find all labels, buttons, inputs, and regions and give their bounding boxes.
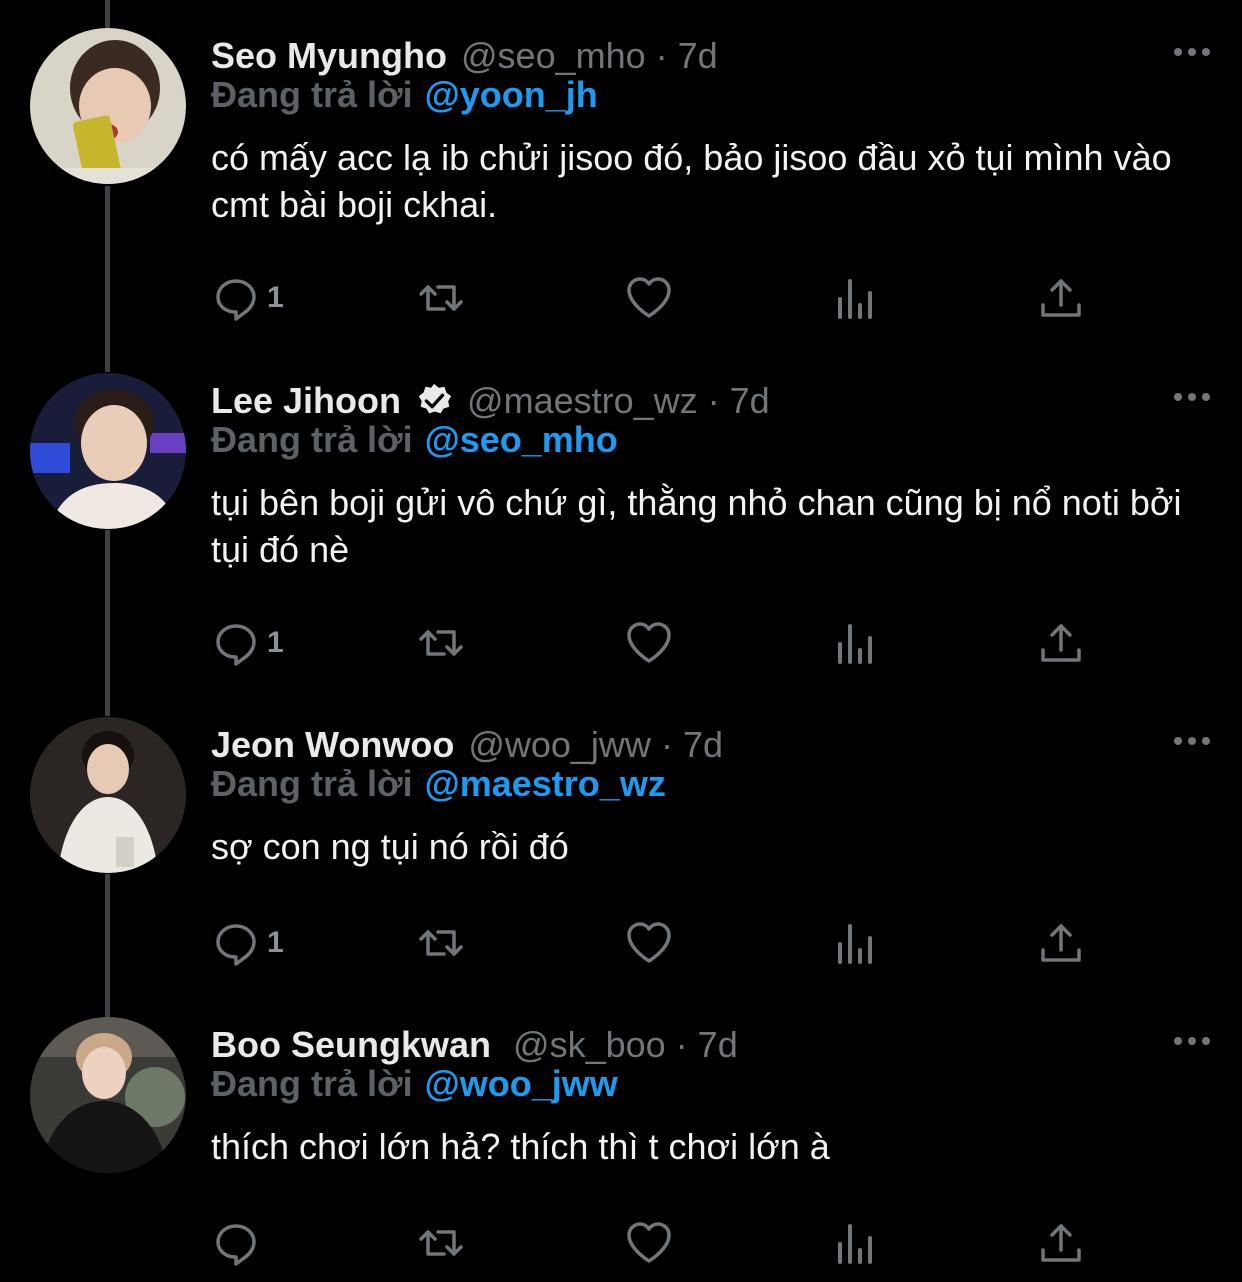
reply-count: 1 <box>267 926 284 959</box>
thread-line <box>105 186 110 372</box>
mention-link[interactable]: @woo_jww <box>425 1063 618 1104</box>
share-icon <box>1041 924 1081 962</box>
mention-link[interactable]: @seo_mho <box>425 419 618 460</box>
reply-count: 1 <box>267 281 284 314</box>
retweet-button[interactable] <box>416 615 466 671</box>
replying-to-label: Đang trả lời <box>211 74 413 115</box>
avatar-image <box>30 1017 186 1173</box>
analytics-icon <box>838 279 872 319</box>
retweet-icon <box>419 285 463 311</box>
reply-button[interactable]: 1 <box>211 270 284 326</box>
user-handle[interactable]: @maestro_wz <box>467 380 698 422</box>
timestamp[interactable]: 7d <box>730 380 770 422</box>
user-handle[interactable]: @seo_mho <box>461 35 646 77</box>
reply-icon <box>216 924 256 966</box>
replying-to-label: Đang trả lời <box>211 763 413 804</box>
heart-icon <box>627 922 671 963</box>
avatar[interactable] <box>30 1017 186 1173</box>
tweet-text: tụi bên boji gửi vô chứ gì, thằng nhỏ ch… <box>211 482 1182 570</box>
reply-icon <box>216 279 256 321</box>
reply-button[interactable] <box>211 1215 267 1271</box>
timestamp[interactable]: 7d <box>683 724 723 766</box>
share-icon <box>1041 279 1081 317</box>
more-options-icon[interactable] <box>1172 40 1212 64</box>
more-options-icon[interactable] <box>1172 385 1212 409</box>
heart-icon <box>627 622 671 663</box>
retweet-icon <box>419 630 463 656</box>
display-name[interactable]: Seo Myungho <box>211 35 447 77</box>
mention-link[interactable]: @yoon_jh <box>425 74 598 115</box>
share-button[interactable] <box>1036 1215 1086 1271</box>
display-name[interactable]: Jeon Wonwoo <box>211 724 454 766</box>
tweet-actions: 1 <box>211 270 1091 326</box>
avatar[interactable] <box>30 28 186 184</box>
mention-link[interactable]: @maestro_wz <box>425 763 666 804</box>
separator-dot: · <box>660 724 673 765</box>
more-options-icon[interactable] <box>1172 729 1212 753</box>
replying-to: Đang trả lời @seo_mho <box>211 419 618 461</box>
replying-to: Đang trả lời @woo_jww <box>211 1063 618 1105</box>
thread-line <box>105 0 110 28</box>
avatar-image <box>30 373 186 529</box>
separator-dot: · <box>707 380 720 421</box>
replying-to: Đang trả lời @yoon_jh <box>211 74 598 116</box>
thread-line <box>105 874 110 1020</box>
replying-to: Đang trả lời @maestro_wz <box>211 763 666 805</box>
share-button[interactable] <box>1036 615 1086 671</box>
share-icon <box>1041 1224 1081 1262</box>
like-button[interactable] <box>624 270 674 326</box>
avatar-image <box>30 717 186 873</box>
heart-icon <box>627 277 671 318</box>
retweet-button[interactable] <box>416 270 466 326</box>
analytics-icon <box>838 1224 872 1264</box>
reply-icon <box>216 1224 256 1266</box>
avatar[interactable] <box>30 717 186 873</box>
display-name[interactable]: Boo Seungkwan <box>211 1024 491 1066</box>
avatar[interactable] <box>30 373 186 529</box>
user-handle[interactable]: @sk_boo <box>513 1024 666 1066</box>
analytics-button[interactable] <box>831 1215 881 1271</box>
verified-badge-icon <box>418 383 452 414</box>
replying-to-label: Đang trả lời <box>211 419 413 460</box>
timestamp[interactable]: 7d <box>678 35 718 77</box>
replying-to-label: Đang trả lời <box>211 1063 413 1104</box>
timestamp[interactable]: 7d <box>698 1024 738 1066</box>
tweet-actions: 1 <box>211 915 1091 971</box>
analytics-button[interactable] <box>831 615 881 671</box>
tweet-text: sợ con ng tụi nó rồi đó <box>211 826 569 867</box>
share-icon <box>1041 624 1081 662</box>
reply-button[interactable]: 1 <box>211 615 284 671</box>
tweet-text: thích chơi lớn hả? thích thì t chơi lớn … <box>211 1126 830 1167</box>
user-handle[interactable]: @woo_jww <box>468 724 651 766</box>
avatar-image <box>30 28 186 184</box>
display-name[interactable]: Lee Jihoon <box>211 380 401 422</box>
analytics-button[interactable] <box>831 915 881 971</box>
tweet-text: có mấy acc lạ ib chửi jisoo đó, bảo jiso… <box>211 137 1172 225</box>
retweet-icon <box>419 1230 463 1256</box>
separator-dot: · <box>675 1024 688 1065</box>
reply-icon <box>216 624 256 666</box>
retweet-button[interactable] <box>416 915 466 971</box>
like-button[interactable] <box>624 915 674 971</box>
like-button[interactable] <box>624 615 674 671</box>
analytics-icon <box>838 624 872 664</box>
tweet-actions: 1 <box>211 615 1091 671</box>
reply-button[interactable]: 1 <box>211 915 284 971</box>
retweet-button[interactable] <box>416 1215 466 1271</box>
more-options-icon[interactable] <box>1172 1029 1212 1053</box>
analytics-button[interactable] <box>831 270 881 326</box>
share-button[interactable] <box>1036 270 1086 326</box>
separator-dot: · <box>655 35 668 76</box>
analytics-icon <box>838 924 872 964</box>
heart-icon <box>627 1222 671 1263</box>
retweet-icon <box>419 930 463 956</box>
tweet-actions <box>211 1215 1091 1271</box>
share-button[interactable] <box>1036 915 1086 971</box>
thread-line <box>105 530 110 716</box>
like-button[interactable] <box>624 1215 674 1271</box>
reply-count: 1 <box>267 626 284 659</box>
